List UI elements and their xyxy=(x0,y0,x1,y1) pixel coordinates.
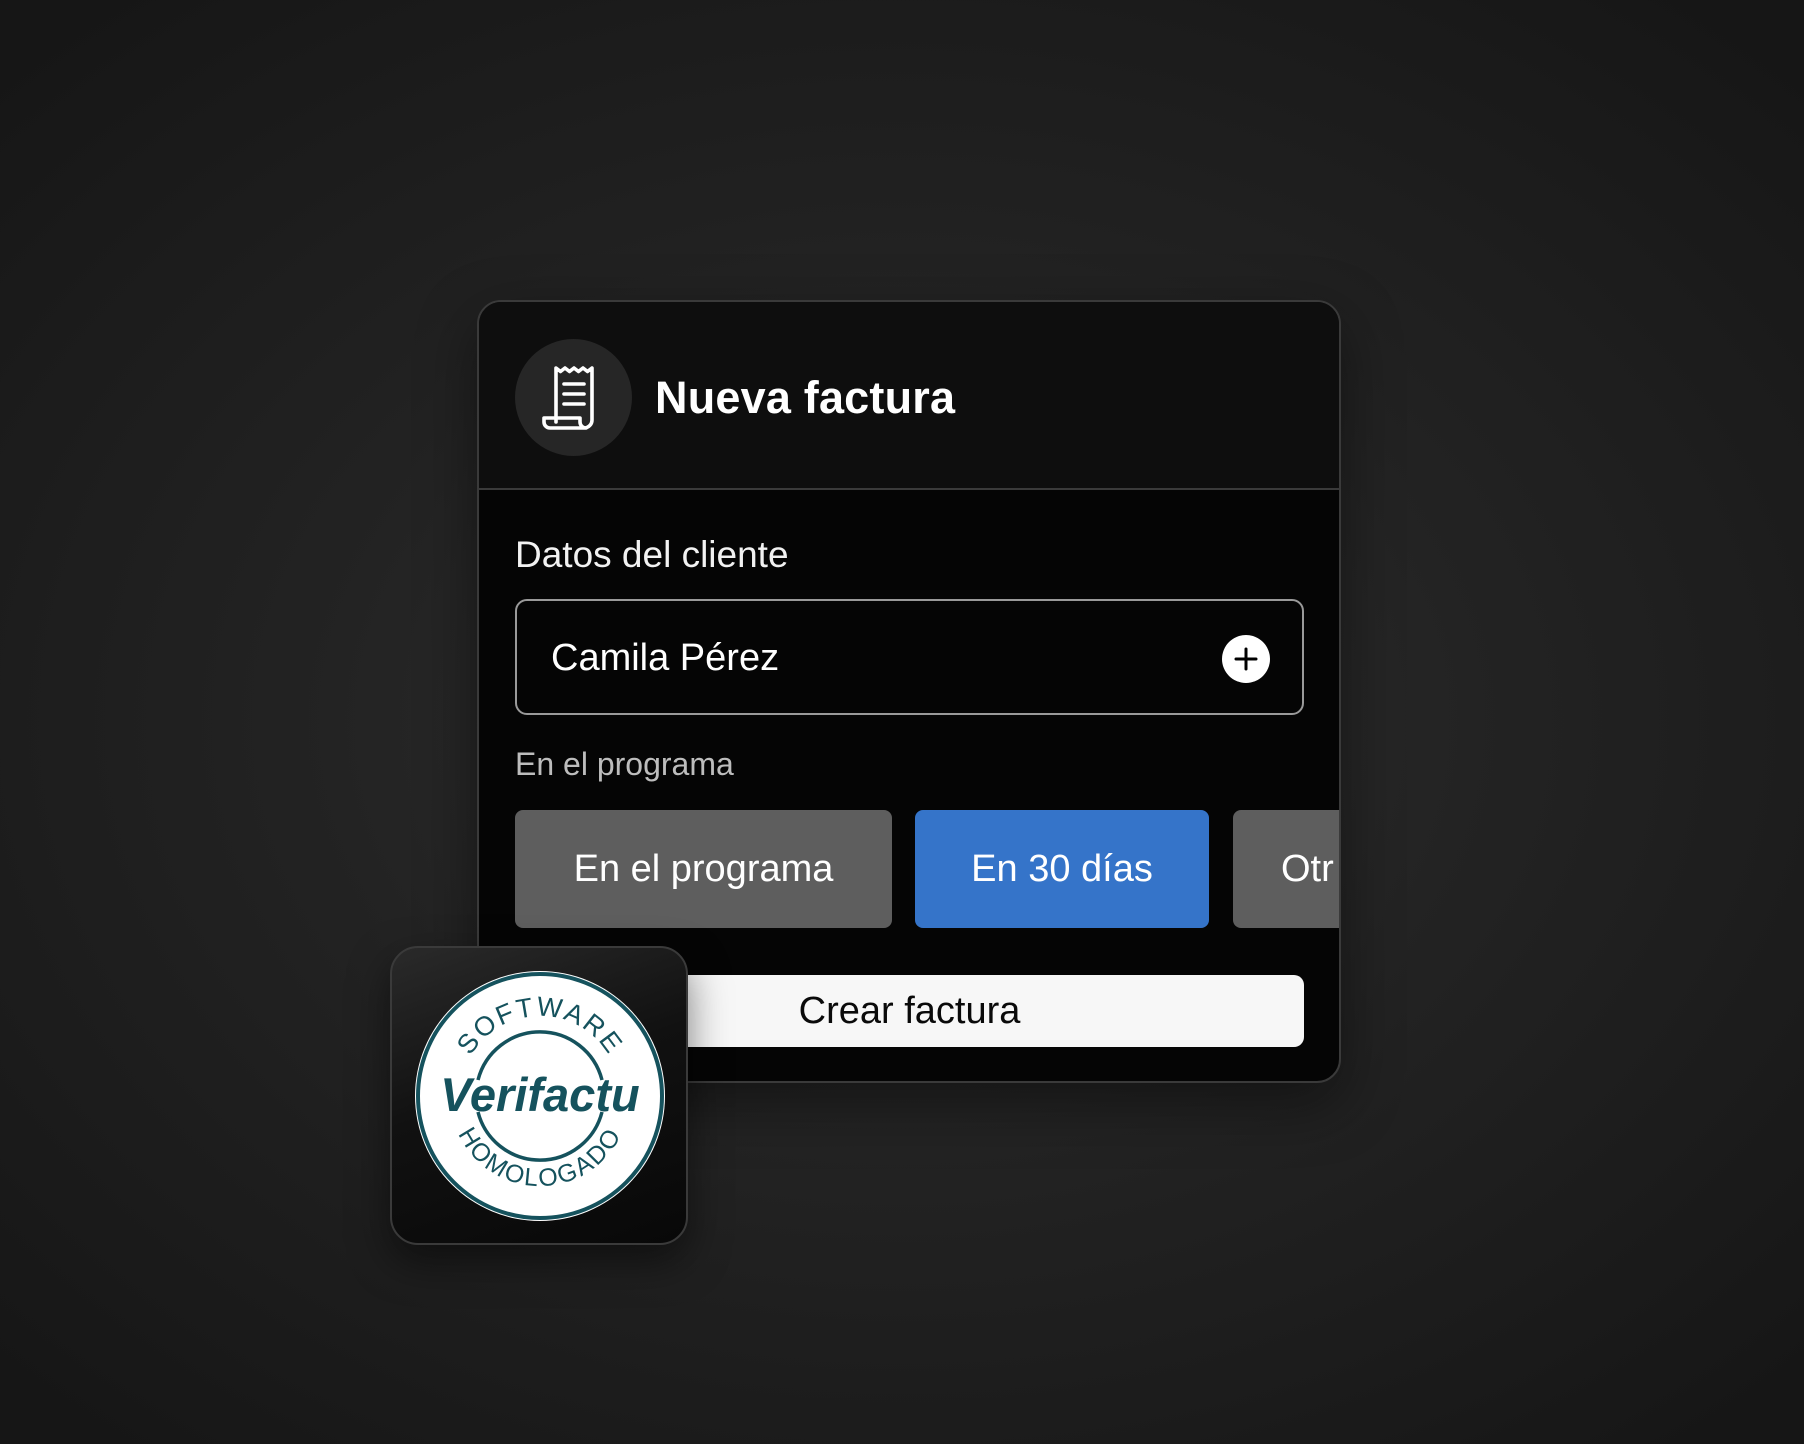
verifactu-badge: SOFTWARE HOMOLOGADO Verifactu xyxy=(390,946,688,1245)
payment-label: En el programa xyxy=(515,746,734,782)
card-title: Nueva factura xyxy=(655,372,956,423)
receipt-icon xyxy=(515,339,632,456)
payment-option-program[interactable]: En el programa xyxy=(515,810,892,928)
add-client-button[interactable] xyxy=(1222,635,1270,683)
plus-icon xyxy=(1234,647,1258,671)
badge-main-text: Verifactu xyxy=(440,1068,639,1121)
client-field[interactable]: Camila Pérez xyxy=(515,599,1304,715)
client-name-value[interactable]: Camila Pérez xyxy=(551,635,779,681)
payment-option-other[interactable]: Otr xyxy=(1233,810,1339,928)
verifactu-seal-icon: SOFTWARE HOMOLOGADO Verifactu xyxy=(415,971,665,1221)
payment-option-30-days[interactable]: En 30 días xyxy=(915,810,1209,928)
client-section-label: Datos del cliente xyxy=(515,534,789,575)
card-header: Nueva factura xyxy=(479,302,1339,490)
